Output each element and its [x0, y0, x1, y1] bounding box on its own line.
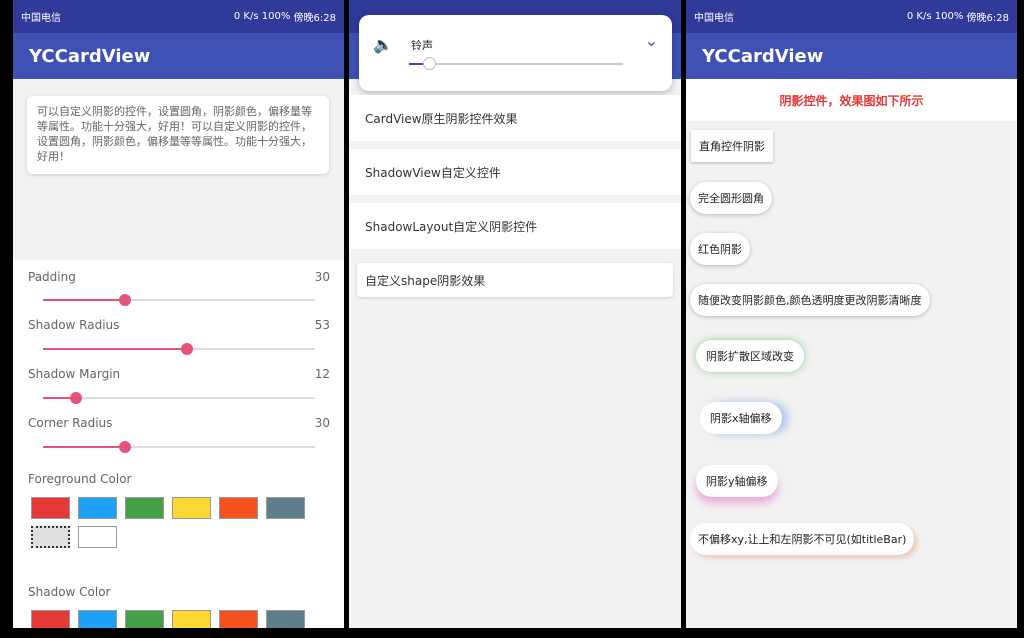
foreground-color-row-1 [31, 497, 305, 519]
volume-panel: 🔈 铃声 ⌄ [359, 15, 672, 91]
color-swatch-white[interactable] [78, 526, 117, 548]
color-swatch-blue[interactable] [78, 497, 117, 519]
volume-slider[interactable] [409, 57, 623, 70]
demo-header: 阴影控件，效果图如下所示 [686, 79, 1017, 121]
shadow-demo-no-offset: 不偏移xy,让上和左阴影不可见(如titleBar) [690, 523, 915, 555]
shadow-demo-round-corner: 完全圆形圆角 [690, 182, 772, 214]
shadow-demo-red: 红色阴影 [690, 233, 750, 265]
shadow-radius-value: 53 [314, 318, 330, 332]
menu-item-cardview[interactable]: CardView原生阴影控件效果 [349, 95, 681, 141]
battery-level: 100% [261, 11, 291, 22]
shadow-demo-right-angle: 直角控件阴影 [691, 130, 773, 162]
slider-thumb[interactable] [118, 294, 131, 306]
shadow-radius-label: Shadow Radius [28, 318, 120, 332]
slider-thumb[interactable] [423, 57, 436, 70]
color-swatch-gray[interactable] [266, 497, 305, 519]
app-title: YCCardView [686, 33, 1017, 79]
shadow-demo-y-offset: 阴影y轴偏移 [696, 465, 778, 497]
menu-item-shadowview[interactable]: ShadowView自定义控件 [349, 149, 681, 195]
chevron-down-icon[interactable]: ⌄ [645, 31, 658, 50]
color-swatch-red[interactable] [31, 610, 70, 628]
color-swatch-light-gray-selected[interactable] [31, 526, 70, 548]
shadow-radius-slider[interactable] [43, 343, 315, 355]
shadow-demo-spread: 阴影扩散区域改变 [696, 340, 804, 372]
phone-screen-menu: 🔈 铃声 ⌄ CardView原生阴影控件效果 ShadowView自定义控件 … [349, 0, 681, 628]
color-swatch-orange[interactable] [219, 610, 258, 628]
shadow-margin-label: Shadow Margin [28, 367, 121, 381]
network-speed: 0 K/s [233, 11, 259, 22]
corner-radius-label: Corner Radius [28, 416, 113, 430]
shadow-color-label: Shadow Color [28, 585, 111, 599]
slider-thumb[interactable] [69, 392, 82, 404]
shadow-margin-slider[interactable] [43, 392, 315, 404]
shadow-margin-value: 12 [314, 367, 330, 381]
color-swatch-yellow[interactable] [172, 610, 211, 628]
clock: 傍晚6:28 [293, 13, 336, 24]
carrier-text: 中国电信 [21, 13, 61, 24]
foreground-color-label: Foreground Color [28, 472, 132, 486]
color-swatch-orange[interactable] [219, 497, 258, 519]
padding-slider[interactable] [43, 294, 315, 306]
slider-thumb[interactable] [181, 343, 194, 355]
description-card: 可以自定义阴影的控件，设置圆角，阴影颜色，偏移量等等属性。功能十分强大，好用！可… [27, 96, 329, 174]
shadow-demo-color-alpha: 随便改变阴影颜色,颜色透明度更改阴影清晰度 [690, 284, 930, 316]
status-bar: 中国电信 0 K/s 100% 傍晚6:28 [13, 0, 344, 33]
menu-item-shape-shadow[interactable]: 自定义shape阴影效果 [357, 263, 673, 297]
shadow-color-row [31, 610, 305, 628]
color-swatch-yellow[interactable] [172, 497, 211, 519]
color-swatch-blue[interactable] [78, 610, 117, 628]
padding-label: Padding [28, 270, 76, 284]
clock: 傍晚6:28 [966, 13, 1009, 24]
color-swatch-gray[interactable] [266, 610, 305, 628]
network-speed: 0 K/s [906, 11, 932, 22]
shadow-demo-x-offset: 阴影x轴偏移 [700, 402, 782, 434]
slider-thumb[interactable] [118, 441, 131, 453]
color-swatch-green[interactable] [125, 497, 164, 519]
menu-item-shadowlayout[interactable]: ShadowLayout自定义阴影控件 [349, 203, 681, 249]
phone-screen-cardview-settings: 中国电信 0 K/s 100% 傍晚6:28 YCCardView 可以自定义阴… [13, 0, 344, 628]
corner-radius-slider[interactable] [43, 441, 315, 453]
color-swatch-red[interactable] [31, 497, 70, 519]
padding-value: 30 [314, 270, 330, 284]
volume-title: 铃声 [411, 39, 433, 52]
corner-radius-value: 30 [314, 416, 330, 430]
carrier-text: 中国电信 [694, 13, 734, 24]
controls-panel: Padding 30 Shadow Radius 53 Shadow Margi… [13, 260, 344, 628]
battery-level: 100% [934, 11, 964, 22]
app-title: YCCardView [13, 33, 344, 79]
foreground-color-row-2 [31, 526, 117, 548]
color-swatch-green[interactable] [125, 610, 164, 628]
phone-screen-shadow-demo: 中国电信 0 K/s 100% 傍晚6:28 YCCardView 阴影控件，效… [686, 0, 1017, 628]
status-bar: 中国电信 0 K/s 100% 傍晚6:28 [686, 0, 1017, 33]
speaker-icon[interactable]: 🔈 [373, 35, 393, 54]
